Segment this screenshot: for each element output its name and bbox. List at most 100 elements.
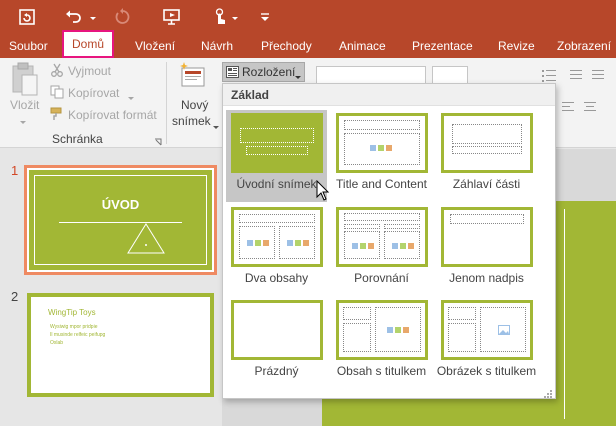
copy-button[interactable]: Kopírovat [68, 86, 119, 100]
placeholder [344, 213, 420, 221]
layout-label: Záhlaví části [452, 177, 521, 191]
slide-number-2: 2 [11, 289, 19, 304]
mouse-cursor-icon [316, 179, 330, 202]
layout-content-with-caption-thumbnail [336, 300, 428, 360]
slide-1-triangle-icon [127, 223, 165, 254]
placeholder [344, 224, 380, 229]
slide-number-1: 1 [11, 163, 19, 178]
layout-title-only[interactable]: Jenom nadpis [436, 204, 537, 296]
tab-vlozeni[interactable]: Vložení [135, 34, 175, 58]
layout-label: Obsah s titulkem [336, 364, 427, 378]
layout-section-header[interactable]: Záhlaví části [436, 110, 537, 202]
tab-zobrazeni[interactable]: Zobrazení [557, 34, 611, 58]
layout-title-slide-thumbnail [231, 113, 323, 173]
slide-1-title: ÚVOD [101, 197, 140, 212]
layout-title-and-content-thumbnail [336, 113, 428, 173]
copy-icon [50, 85, 64, 99]
placeholder [452, 124, 522, 144]
paste-dropdown-icon[interactable] [19, 115, 27, 124]
placeholder [448, 323, 476, 352]
slide-thumbnails-pane: 1 ÚVOD 2 WingTip Toys Wysiwig mpor pridp… [0, 149, 222, 426]
layout-dropdown-icon [294, 70, 302, 79]
layout-blank[interactable]: Prázdný [226, 297, 327, 389]
layout-title-slide[interactable]: Úvodní snímek [226, 110, 327, 202]
slide-1-frame [34, 175, 207, 265]
placeholder [375, 307, 421, 352]
layout-button-label: Rozložení [242, 65, 296, 79]
layout-picture-with-caption-thumbnail [441, 300, 533, 360]
slide-thumbnail-1[interactable]: ÚVOD [24, 165, 217, 275]
canvas-slide-edge [556, 201, 616, 426]
placeholder [344, 133, 420, 165]
clipboard-group-label: Schránka [52, 132, 103, 146]
layout-label: Dva obsahy [244, 271, 309, 285]
undo-dropdown-icon[interactable] [88, 12, 98, 22]
placeholder [279, 226, 315, 259]
tab-prechody[interactable]: Přechody [261, 34, 312, 58]
canvas-slide-bottom [322, 396, 616, 426]
layout-blank-thumbnail [231, 300, 323, 360]
slide-2-bullet-3: Oxlab [50, 340, 64, 346]
placeholder [343, 307, 371, 320]
tab-revize[interactable]: Revize [498, 34, 535, 58]
placeholder [384, 224, 420, 229]
new-slide-icon[interactable] [178, 60, 208, 90]
layout-comparison-thumbnail [336, 207, 428, 267]
tab-soubor[interactable]: Soubor [9, 34, 48, 58]
layout-label: Jenom nadpis [449, 271, 524, 285]
gallery-header: Základ [223, 84, 555, 106]
alignment-icons [560, 98, 610, 118]
layout-label: Prázdný [254, 364, 299, 378]
copy-dropdown-icon[interactable] [127, 91, 135, 100]
undo-icon[interactable] [58, 0, 88, 34]
layout-label: Úvodní snímek [236, 177, 317, 191]
placeholder [480, 307, 526, 352]
layout-button[interactable]: Rozložení [222, 62, 305, 82]
placeholder [239, 214, 315, 223]
layout-title-only-thumbnail [441, 207, 533, 267]
new-slide-label-line1[interactable]: Nový [181, 98, 208, 112]
new-slide-label-line2[interactable]: snímek [172, 114, 211, 128]
dialog-launcher-icon[interactable] [154, 135, 162, 146]
paste-label[interactable]: Vložit [10, 98, 39, 112]
layout-two-content[interactable]: Dva obsahy [226, 204, 327, 296]
cut-button[interactable]: Vyjmout [68, 64, 111, 78]
present-icon[interactable] [157, 0, 187, 34]
slide-1-background: ÚVOD [29, 170, 212, 270]
quick-access-toolbar [0, 0, 616, 34]
customize-icon[interactable] [250, 0, 280, 34]
slide-2-title: WingTip Toys [48, 308, 96, 317]
tab-domu[interactable]: Domů [62, 30, 115, 58]
resize-grip-icon[interactable] [544, 387, 552, 398]
touch-dropdown-icon[interactable] [230, 12, 240, 22]
slide-thumbnail-2[interactable]: WingTip Toys Wysiwig mpor pridpie Il mus… [27, 293, 214, 397]
layout-section-header-thumbnail [441, 113, 533, 173]
placeholder [246, 146, 308, 155]
slide-2-body: WingTip Toys Wysiwig mpor pridpie Il mus… [31, 297, 210, 393]
tab-prezentace[interactable]: Prezentace [412, 34, 473, 58]
placeholder [343, 323, 371, 352]
placeholder [239, 226, 275, 259]
layout-two-content-thumbnail [231, 207, 323, 267]
layout-icon [226, 66, 239, 78]
redo-icon[interactable] [107, 0, 137, 34]
layout-label: Title and Content [336, 177, 427, 191]
placeholder [344, 120, 420, 130]
placeholder [240, 128, 314, 143]
paste-icon[interactable] [10, 62, 40, 98]
layout-picture-with-caption[interactable]: Obrázek s titulkem [436, 297, 537, 389]
new-slide-dropdown-icon[interactable] [212, 120, 220, 129]
layout-title-and-content[interactable]: Title and Content [331, 110, 432, 202]
tab-animace[interactable]: Animace [339, 34, 386, 58]
format-painter-button[interactable]: Kopírovat formát [68, 108, 157, 122]
canvas-slide-line [564, 209, 565, 419]
format-painter-icon [50, 107, 64, 121]
save-icon[interactable] [12, 0, 42, 34]
group-divider [166, 62, 167, 144]
layout-content-with-caption[interactable]: Obsah s titulkem [331, 297, 432, 389]
layout-comparison[interactable]: Porovnání [331, 204, 432, 296]
tab-navrh[interactable]: Návrh [201, 34, 233, 58]
placeholder [452, 146, 522, 154]
ribbon-tabs: Soubor Domů Vložení Návrh Přechody Anima… [0, 30, 616, 58]
layout-label: Obrázek s titulkem [436, 364, 537, 378]
